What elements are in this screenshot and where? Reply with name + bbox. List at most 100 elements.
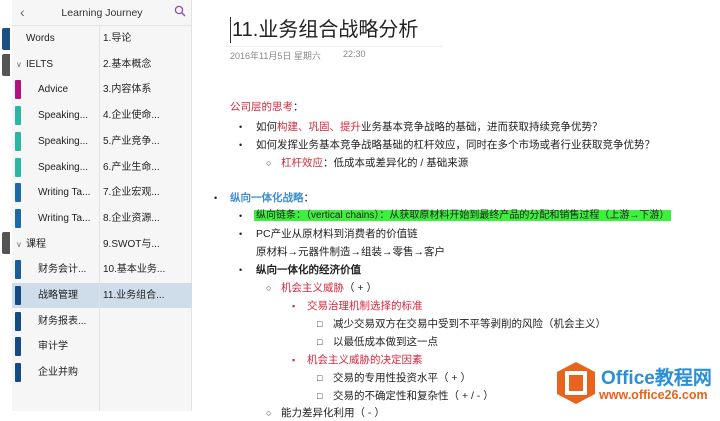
text: ：低成本或差异化的 / 基础来源 [323,157,469,169]
page-item[interactable]: 1.导论 [100,26,192,51]
section-item[interactable]: Speaking... [12,129,99,154]
section-item[interactable]: Speaking... [12,103,99,128]
section-color-tab [15,183,21,203]
list-item: 如何构建、巩固、提升业务基本竞争战略的基础，进而获取持续竞争优势？ [256,119,603,135]
text: （ + ） [344,282,377,294]
page-item[interactable]: 4.企业使命... [100,103,192,128]
section-item[interactable]: Writing Ta... [12,180,99,205]
note-title[interactable]: 11.业务组合战略分析 [230,17,418,43]
section-label: 审计学 [38,341,68,353]
bullet-circle: ○ [266,158,272,168]
bullet-hollow-square: □ [317,391,323,401]
section-item[interactable]: 审计学 [12,334,99,359]
sidebar: ‹ Learning Journey Words ∨ IELTS Advice Spea… [12,0,192,411]
page-list: 1.导论 2.基本概念 3.内容体系 4.企业使命... 5.产业竞争... 6.产业生命… [100,26,192,411]
page-item[interactable]: 11.业务组合... [100,283,192,308]
page-item[interactable]: 2.基本概念 [100,52,192,77]
bullet: • [239,122,243,132]
bullet-hollow-square: □ [317,337,323,347]
section-label: 课程 [26,238,46,250]
page-label: 5.产业竞争... [103,135,160,147]
notebook-tab[interactable] [2,232,10,254]
heading-corporate-thinking: 公司层的思考： [230,99,304,115]
section-item[interactable]: Words [12,26,99,51]
list-item: 能力差异化利用（ - ） [281,407,385,419]
office-logo-icon [557,362,595,404]
bullet: • [239,229,243,239]
bullet-circle: ○ [266,408,272,418]
title-divider [225,46,443,47]
notebook-tab[interactable] [2,54,10,76]
notebook-tab-strip [0,0,12,411]
page-item[interactable]: 8.企业资源... [100,206,192,231]
heading-vertical-integration: 纵向一体化战略： [230,190,314,206]
section-label: Writing Ta... [38,212,91,224]
section-item[interactable]: Writing Ta... [12,206,99,231]
text-red: 机会主义威胁 [281,282,344,294]
section-group[interactable]: ∨ IELTS [12,52,99,77]
page-item[interactable]: 9.SWOT与... [100,232,192,257]
section-color-tab [15,311,21,331]
page-item[interactable]: 5.产业竞争... [100,129,192,154]
bullet-hollow-square: □ [317,319,323,329]
bullet: • [239,265,243,275]
list-item-continued: 原材料→元器件制造→组装→零售→客户 [256,246,445,258]
text: 如何 [256,121,277,133]
section-item[interactable]: 财务会计... [12,257,99,282]
bullet-hollow-square: □ [317,373,323,383]
list-item: 以最低成本做到这一点 [333,336,438,348]
text: 业务基本竞争战略的基础，进而获取持续竞争优势？ [361,121,603,133]
notebook-tab[interactable] [2,28,10,50]
chevron-down-icon[interactable]: ∨ [16,52,22,77]
section-group[interactable]: ∨ 课程 [12,232,99,257]
page-label: 8.企业资源... [103,212,160,224]
page-item[interactable]: 10.基本业务... [100,257,192,282]
section-item[interactable]: 财务报表... [12,309,99,334]
section-item[interactable]: Advice [12,77,99,102]
page-item[interactable]: 6.产业生命... [100,155,192,180]
section-label: 企业并购 [38,367,78,379]
section-color-tab [15,260,21,280]
page-label: 4.企业使命... [103,110,160,122]
section-item[interactable]: 战略管理 [12,283,99,308]
colon: ： [303,192,315,204]
list-item: 机会主义威胁（ + ） [281,280,377,296]
bullet-square: ▪ [292,355,296,365]
list-item: 交易治理机制选择的标准 [307,300,423,312]
list-item: 交易的不确定性和复杂性（ + / - ） [333,390,494,402]
section-label: 战略管理 [38,290,78,301]
chevron-down-icon[interactable]: ∨ [16,232,22,257]
page-label: 7.企业宏观... [103,187,160,199]
section-list: Words ∨ IELTS Advice Speaking... Speaking... S… [12,26,100,411]
section-label: IELTS [26,58,54,70]
watermark-name: Office教程网 [601,368,712,389]
section-item[interactable]: 企业并购 [12,360,99,385]
list-item: 如何发挥业务基本竞争战略基础的杠杆效应，同时在多个市场或者行业获取竞争优势？ [256,139,655,151]
note-time: 22:30 [343,49,366,59]
page-label: 3.内容体系 [103,84,152,96]
bullet: • [239,211,243,221]
sidebar-header: ‹ Learning Journey [12,0,192,26]
section-label: Speaking... [38,110,89,122]
section-color-tab [15,208,21,228]
bullet: • [239,140,243,150]
section-label: Speaking... [38,161,89,173]
section-color-tab [15,80,21,100]
page-label: 2.基本概念 [103,58,152,70]
section-color-tab [15,106,21,126]
section-label: Advice [38,84,69,96]
section-color-tab [15,337,21,357]
page-item[interactable]: 7.企业宏观... [100,180,192,205]
section-label: 财务会计... [38,264,87,276]
section-item[interactable]: Speaking... [12,155,99,180]
page-label: 1.导论 [103,33,132,44]
section-label: Speaking... [38,135,89,147]
section-color-tab [15,286,21,305]
heading-text: 公司层的思考 [230,101,293,113]
note-content[interactable]: 11.业务组合战略分析 2016年11月5日 星期六 22:30 公司层的思考：… [195,0,720,419]
search-icon[interactable] [174,5,186,17]
page-item[interactable]: 3.内容体系 [100,77,192,102]
page-label: 6.产业生命... [103,161,160,173]
list-item: PC产业从原材料到消费者的价值链 [256,228,418,240]
highlighted-text: 纵向链条：（vertical chains）：从获取原材料开始到最终产品的分配和… [254,210,672,221]
